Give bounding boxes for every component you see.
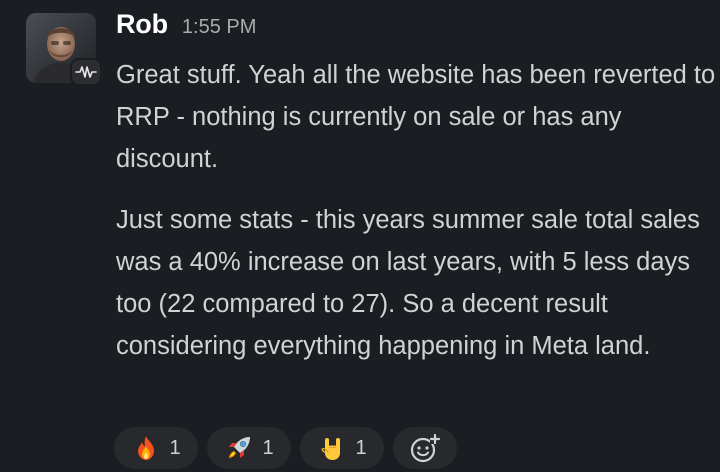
reaction-rock-on[interactable]: 1 — [300, 427, 384, 469]
reaction-fire[interactable]: 1 — [114, 427, 198, 469]
message-timestamp[interactable]: 1:55 PM — [182, 16, 256, 39]
add-emoji-icon — [410, 433, 441, 463]
reaction-count: 1 — [262, 436, 274, 459]
status-emoji — [72, 60, 100, 84]
fire-icon — [138, 436, 155, 460]
rocket-icon — [229, 437, 251, 458]
status-badge — [70, 58, 102, 86]
rock-on-hand-icon — [321, 438, 341, 460]
message-header: Rob 1:55 PM — [116, 9, 256, 49]
reaction-bar: 1 1 1 — [114, 427, 457, 469]
add-reaction-button[interactable] — [393, 427, 457, 469]
reaction-count: 1 — [355, 436, 367, 459]
sender-name[interactable]: Rob — [116, 9, 168, 40]
message: Rob 1:55 PM Great stuff. Yeah all the we… — [0, 0, 720, 472]
message-body: Great stuff. Yeah all the website has be… — [116, 54, 716, 367]
reaction-rocket[interactable]: 1 — [207, 427, 291, 469]
reaction-count: 1 — [169, 436, 181, 459]
message-paragraph: Great stuff. Yeah all the website has be… — [116, 61, 716, 173]
wave-icon — [75, 66, 97, 78]
message-paragraph: Just some stats - this years summer sale… — [116, 206, 700, 360]
